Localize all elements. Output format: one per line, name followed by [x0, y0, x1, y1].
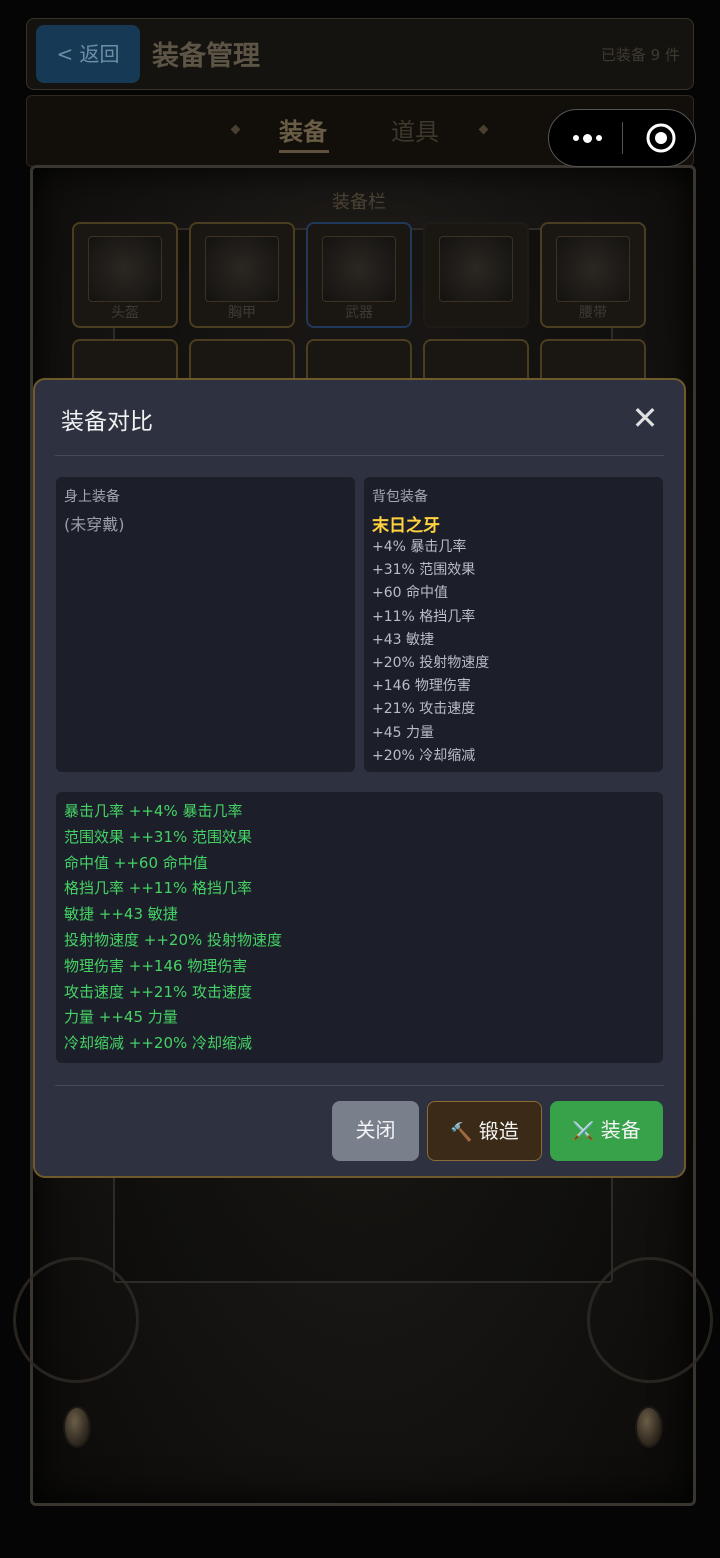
stat-line: +11% 格挡几率	[372, 608, 476, 625]
modal-divider	[55, 1085, 664, 1086]
stat-line: +60 命中值	[372, 585, 448, 602]
equip-button[interactable]: ⚔️ 装备	[550, 1101, 663, 1161]
diff-line: 力量 ++45 力量	[64, 1008, 178, 1027]
hammer-icon: 🔨	[450, 1122, 473, 1143]
stat-line: +20% 投射物速度	[372, 654, 490, 671]
slot-chest[interactable]: 胸甲	[189, 222, 295, 328]
slot-empty[interactable]	[423, 222, 529, 328]
capsule-divider	[622, 122, 623, 154]
slot-belt[interactable]: 腰带	[540, 222, 646, 328]
diff-line: 格挡几率 ++11% 格挡几率	[64, 879, 253, 898]
belt-icon	[556, 236, 630, 302]
tab-items[interactable]: 道具	[391, 112, 439, 147]
slot-label: 腰带	[579, 305, 607, 321]
back-button[interactable]: < 返回	[36, 25, 140, 83]
diff-line: 范围效果 ++31% 范围效果	[64, 827, 253, 846]
frame-stud	[635, 1406, 663, 1448]
frame-ornament	[587, 1257, 713, 1383]
slot-label: 头盔	[111, 305, 139, 321]
diff-line: 敏捷 ++43 敏捷	[64, 905, 178, 924]
equip-label: 装备	[600, 1118, 641, 1142]
stat-line: +20% 冷却缩减	[372, 747, 476, 764]
diff-line: 物理伤害 ++146 物理伤害	[64, 956, 248, 975]
tab-equipment[interactable]: 装备	[279, 112, 327, 147]
target-circle-icon[interactable]	[645, 122, 677, 154]
stat-line: +45 力量	[372, 724, 434, 741]
modal-divider	[55, 455, 664, 456]
stat-diff-list: 暴击几率 ++4% 暴击几率 范围效果 ++31% 范围效果 命中值 ++60 …	[64, 799, 282, 1057]
forge-button[interactable]: 🔨 锻造	[427, 1101, 542, 1161]
item-name: 末日之牙	[372, 516, 440, 536]
stat-line: +43 敏捷	[372, 631, 434, 648]
page-title: 装备管理	[152, 41, 260, 72]
not-equipped-text: (未穿戴)	[64, 515, 125, 534]
slot-helmet[interactable]: 头盔	[72, 222, 178, 328]
slots-title: 装备栏	[332, 192, 386, 213]
modal-title: 装备对比	[61, 409, 153, 435]
close-icon[interactable]: ✕	[628, 398, 662, 438]
stat-line: +21% 攻击速度	[372, 701, 476, 718]
diff-line: 攻击速度 ++21% 攻击速度	[64, 982, 253, 1001]
helmet-icon	[88, 236, 162, 302]
diff-line: 投射物速度 ++20% 投射物速度	[64, 930, 283, 949]
bag-equipment-heading: 背包装备	[372, 489, 428, 505]
chest-armor-icon	[205, 236, 279, 302]
stat-line: +146 物理伤害	[372, 678, 471, 695]
slot-label: 胸甲	[228, 305, 256, 321]
miniprogram-capsule	[548, 109, 696, 167]
equipped-count: 已装备 9 件	[600, 46, 680, 64]
diff-line: 命中值 ++60 命中值	[64, 853, 208, 872]
stat-line: +4% 暴击几率	[372, 539, 467, 555]
frame-ornament	[13, 1257, 139, 1383]
slot-weapon[interactable]: 武器	[306, 222, 412, 328]
active-tab-indicator	[279, 150, 329, 153]
close-button[interactable]: 关闭	[332, 1101, 419, 1161]
item-stats: +4% 暴击几率 +31% 范围效果 +60 命中值 +11% 格挡几率 +43…	[372, 536, 489, 768]
diff-line: 冷却缩减 ++20% 冷却缩减	[64, 1034, 253, 1053]
slot-label: 武器	[345, 305, 373, 321]
current-equipment-heading: 身上装备	[64, 489, 120, 505]
axe-icon	[322, 236, 396, 302]
more-dots-icon[interactable]	[567, 110, 607, 166]
diff-line: 暴击几率 ++4% 暴击几率	[64, 802, 243, 820]
empty-slot-icon	[439, 236, 513, 302]
crossed-swords-icon: ⚔️	[572, 1121, 595, 1142]
forge-label: 锻造	[478, 1119, 519, 1143]
stat-line: +31% 范围效果	[372, 562, 476, 579]
frame-stud	[63, 1406, 91, 1448]
